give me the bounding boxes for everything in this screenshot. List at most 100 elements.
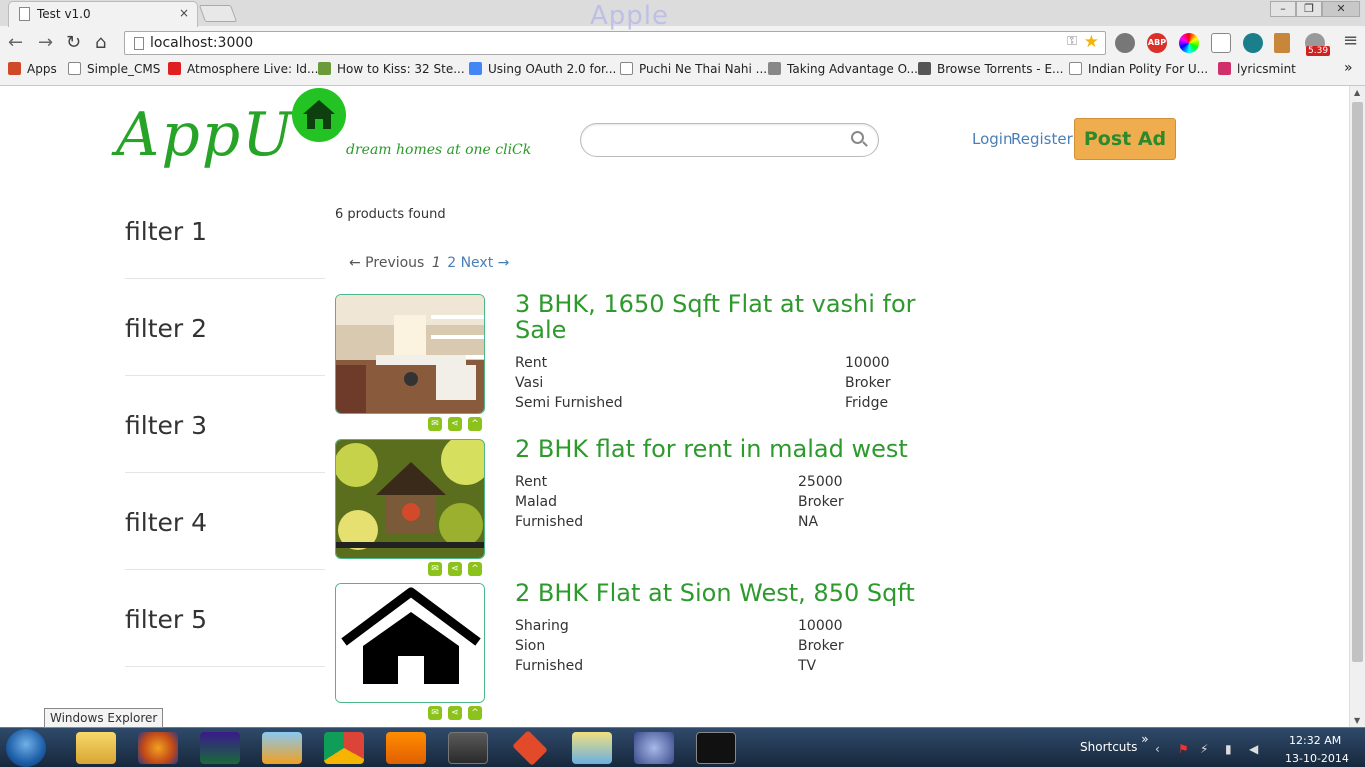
- share-icon[interactable]: ⋖: [448, 417, 462, 431]
- bookmark-item[interactable]: Using OAuth 2.0 for...: [469, 62, 616, 76]
- sticky-notes-icon[interactable]: [572, 732, 612, 764]
- bookmark-item[interactable]: Taking Advantage O...: [768, 62, 918, 76]
- product-image[interactable]: [335, 294, 485, 414]
- app-icon[interactable]: [634, 732, 674, 764]
- chevron-up-icon[interactable]: ^: [468, 417, 482, 431]
- media-player-icon[interactable]: [262, 732, 302, 764]
- bookmarks-overflow-button[interactable]: »: [1344, 60, 1353, 76]
- product-attribute: Furnished: [515, 514, 584, 530]
- bookmark-item[interactable]: How to Kiss: 32 Ste...: [318, 62, 465, 76]
- filter-item[interactable]: filter 4: [125, 508, 325, 570]
- chevron-up-icon[interactable]: ^: [468, 706, 482, 720]
- tray-arrow-icon[interactable]: ‹: [1155, 742, 1160, 756]
- filter-item[interactable]: filter 3: [125, 411, 325, 473]
- login-link[interactable]: Login: [972, 130, 1012, 148]
- share-icon[interactable]: ⋖: [448, 562, 462, 576]
- product-actions: ✉ ⋖ ^: [428, 417, 488, 432]
- extension-icon[interactable]: [1274, 33, 1290, 53]
- product-attribute: 25000: [798, 474, 843, 490]
- product-attribute: Broker: [845, 375, 891, 391]
- scrollbar-thumb[interactable]: [1352, 102, 1363, 662]
- firefox-icon[interactable]: [138, 732, 178, 764]
- menu-icon[interactable]: ≡: [1343, 30, 1358, 51]
- minimize-button[interactable]: –: [1270, 1, 1296, 17]
- bookmark-star-icon[interactable]: ★: [1084, 32, 1099, 52]
- address-bar[interactable]: localhost:3000 ⚿ ★: [124, 31, 1106, 55]
- chevron-up-icon[interactable]: ^: [468, 562, 482, 576]
- power-icon[interactable]: ⚡: [1200, 742, 1208, 756]
- clock-time[interactable]: 12:32 AM: [1289, 734, 1341, 747]
- product-title[interactable]: 3 BHK, 1650 Sqft Flat at vashi for Sale: [515, 291, 955, 343]
- bookmark-item[interactable]: Apps: [8, 62, 57, 76]
- bookmark-item[interactable]: Indian Polity For U...: [1069, 62, 1208, 76]
- volume-icon[interactable]: ◀: [1249, 742, 1258, 756]
- tab-close-icon[interactable]: ×: [179, 6, 189, 20]
- chrome-icon[interactable]: [324, 732, 364, 764]
- extension-icon[interactable]: [1115, 33, 1135, 53]
- bookmark-item[interactable]: lyricsmint: [1218, 62, 1296, 76]
- filter-item[interactable]: filter 1: [125, 217, 325, 279]
- product-attribute: Fridge: [845, 395, 889, 411]
- extension-icon[interactable]: [1243, 33, 1263, 53]
- page-icon: [19, 7, 30, 21]
- email-icon[interactable]: ✉: [428, 706, 442, 720]
- watermark-text: Apple: [590, 1, 670, 31]
- page-2-link[interactable]: 2: [447, 255, 456, 271]
- filter-item[interactable]: filter 5: [125, 605, 325, 667]
- search-input[interactable]: [595, 130, 845, 150]
- clock-date[interactable]: 13-10-2014: [1285, 752, 1349, 765]
- product-actions: ✉ ⋖ ^: [428, 562, 488, 577]
- next-page-button[interactable]: Next →: [461, 255, 510, 271]
- product-attribute: Sion: [515, 638, 546, 654]
- app-icon[interactable]: [200, 732, 240, 764]
- bookmark-item[interactable]: Puchi Ne Thai Nahi ...: [620, 62, 767, 76]
- forward-icon[interactable]: →: [38, 32, 53, 53]
- register-link[interactable]: Register: [1011, 130, 1073, 148]
- post-ad-button[interactable]: Post Ad: [1074, 118, 1176, 160]
- network-icon[interactable]: ▮: [1225, 742, 1232, 756]
- site-logo[interactable]: AppU: [116, 100, 295, 170]
- current-page: 1: [431, 255, 441, 271]
- product-title[interactable]: 2 BHK flat for rent in malad west: [515, 436, 955, 462]
- search-icon[interactable]: [851, 131, 864, 144]
- product-title[interactable]: 2 BHK Flat at Sion West, 850 Sqft: [515, 580, 955, 606]
- bookmark-item[interactable]: Atmosphere Live: Id...: [168, 62, 318, 76]
- product-attribute: 10000: [798, 618, 843, 634]
- new-tab-button[interactable]: [198, 5, 238, 22]
- results-count: 6 products found: [335, 207, 446, 222]
- back-icon[interactable]: ←: [8, 32, 23, 53]
- url-text: localhost:3000: [150, 35, 254, 51]
- close-window-button[interactable]: ✕: [1322, 1, 1360, 17]
- share-icon[interactable]: ⋖: [448, 706, 462, 720]
- product-attribute: Malad: [515, 494, 558, 510]
- vertical-scrollbar[interactable]: ▲ ▼: [1349, 86, 1365, 727]
- flag-icon[interactable]: ⚑: [1178, 742, 1189, 756]
- key-icon[interactable]: ⚿: [1067, 34, 1077, 49]
- bookmark-item[interactable]: Browse Torrents - E...: [918, 62, 1063, 76]
- browser-tab[interactable]: Test v1.0 ×: [8, 1, 198, 27]
- scroll-up-icon[interactable]: ▲: [1354, 88, 1360, 97]
- product-image[interactable]: [335, 583, 485, 703]
- email-icon[interactable]: ✉: [428, 562, 442, 576]
- shortcuts-toolbar[interactable]: Shortcuts »: [1080, 732, 1149, 754]
- email-icon[interactable]: ✉: [428, 417, 442, 431]
- command-prompt-icon[interactable]: [696, 732, 736, 764]
- search-box[interactable]: [580, 123, 879, 157]
- product-attribute: Broker: [798, 494, 844, 510]
- filter-item[interactable]: filter 2: [125, 314, 325, 376]
- scroll-down-icon[interactable]: ▼: [1354, 716, 1360, 725]
- home-icon[interactable]: ⌂: [95, 32, 106, 53]
- windows-explorer-icon[interactable]: [76, 732, 116, 764]
- reload-icon[interactable]: ↻: [66, 32, 81, 53]
- adblock-icon[interactable]: ABP: [1147, 33, 1167, 53]
- vlc-icon[interactable]: [386, 732, 426, 764]
- previous-page-button[interactable]: ← Previous: [349, 255, 424, 271]
- start-button[interactable]: [6, 729, 46, 767]
- color-picker-icon[interactable]: [1179, 33, 1199, 53]
- pocket-icon[interactable]: [1211, 33, 1231, 53]
- sublime-text-icon[interactable]: [448, 732, 488, 764]
- product-attribute: NA: [798, 514, 819, 530]
- product-image[interactable]: [335, 439, 485, 559]
- bookmark-item[interactable]: Simple_CMS: [68, 62, 160, 76]
- maximize-button[interactable]: ❐: [1296, 1, 1322, 17]
